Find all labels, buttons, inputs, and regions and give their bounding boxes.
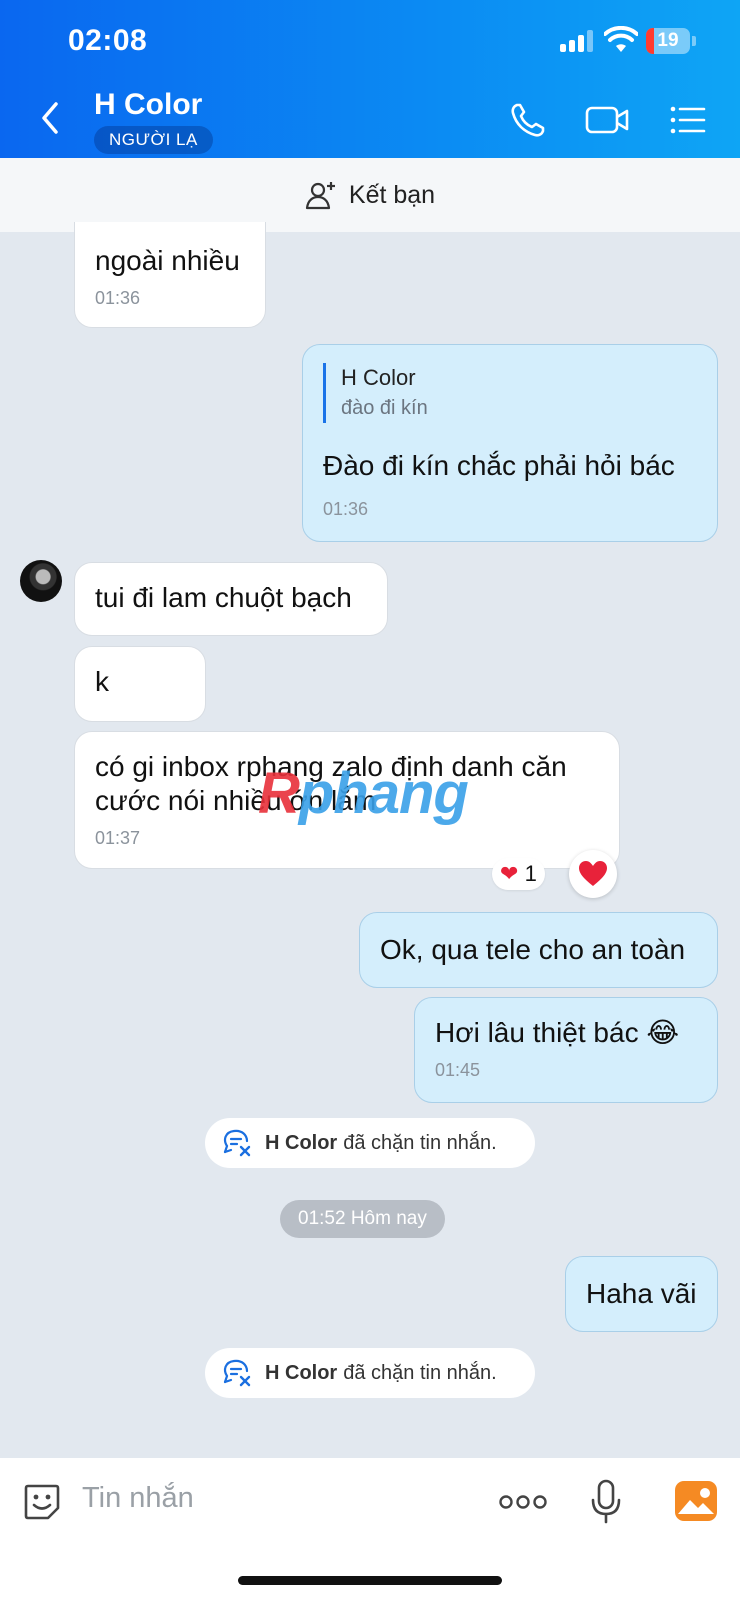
react-button[interactable] bbox=[569, 850, 617, 898]
stranger-badge: NGƯỜI LẠ bbox=[94, 126, 213, 154]
system-notice-blocked: H Color đã chặn tin nhắn. bbox=[205, 1348, 535, 1398]
quoted-text: đào đi kín bbox=[341, 397, 428, 419]
message-outgoing[interactable]: Haha vãi bbox=[565, 1256, 718, 1332]
cellular-signal-icon bbox=[560, 30, 593, 52]
blocked-text: đã chặn tin nhắn. bbox=[343, 1131, 497, 1154]
reaction-summary[interactable]: ❤ 1 bbox=[492, 858, 545, 890]
avatar[interactable] bbox=[20, 560, 62, 602]
add-friend-label: Kết bạn bbox=[348, 180, 436, 209]
chat-title[interactable]: H Color bbox=[94, 88, 202, 122]
message-text: Đào đi kín chắc phải hỏi bác bbox=[323, 450, 675, 481]
reaction-count: 1 bbox=[524, 861, 537, 886]
status-time: 02:08 bbox=[68, 24, 148, 57]
message-outgoing[interactable]: Hơi lâu thiệt bác 😂 01:45 bbox=[414, 997, 718, 1103]
message-incoming[interactable]: k bbox=[74, 646, 206, 722]
battery-indicator: 19 bbox=[646, 28, 690, 54]
add-friend-bar[interactable]: Kết bạn bbox=[0, 158, 740, 232]
message-text: ngoài nhiều bbox=[95, 245, 240, 276]
message-text: k bbox=[95, 666, 109, 697]
message-time: 01:45 bbox=[435, 1060, 481, 1080]
phone-icon[interactable] bbox=[508, 100, 548, 140]
blocked-text: đã chặn tin nhắn. bbox=[343, 1361, 497, 1384]
video-icon[interactable] bbox=[584, 100, 630, 140]
system-notice-blocked: H Color đã chặn tin nhắn. bbox=[205, 1118, 535, 1168]
message-time: 01:37 bbox=[95, 828, 141, 848]
message-text: tui đi lam chuột bạch bbox=[95, 582, 352, 613]
watermark-logo: Rphang bbox=[258, 761, 469, 826]
quoted-sender: H Color bbox=[341, 365, 416, 390]
chat-header: 02:08 19 H Color NGƯỜI LẠ bbox=[0, 0, 740, 158]
blocked-by-name: H Color bbox=[265, 1131, 338, 1154]
message-text: Ok, qua tele cho an toàn bbox=[380, 934, 686, 965]
microphone-icon[interactable] bbox=[588, 1478, 624, 1526]
message-outgoing-reply[interactable]: H Color đào đi kín Đào đi kín chắc phải … bbox=[302, 344, 718, 542]
more-dots-icon[interactable] bbox=[498, 1494, 548, 1510]
wifi-icon bbox=[604, 26, 638, 52]
battery-tip bbox=[692, 36, 696, 46]
quoted-reply[interactable]: H Color đào đi kín bbox=[323, 363, 697, 423]
heart-icon bbox=[579, 861, 607, 886]
sticker-icon[interactable] bbox=[22, 1482, 62, 1522]
image-icon[interactable] bbox=[674, 1480, 718, 1522]
message-outgoing[interactable]: Ok, qua tele cho an toàn bbox=[359, 912, 718, 988]
message-incoming[interactable]: tui đi lam chuột bạch bbox=[74, 562, 388, 636]
message-text: Haha vãi bbox=[586, 1278, 697, 1309]
add-friend-icon bbox=[305, 182, 335, 210]
menu-list-icon[interactable] bbox=[668, 100, 708, 140]
message-text: Hơi lâu thiệt bác 😂 bbox=[435, 1017, 680, 1048]
date-divider: 01:52 Hôm nay bbox=[280, 1200, 445, 1238]
blocked-by-name: H Color bbox=[265, 1361, 338, 1384]
message-input[interactable]: Tin nhắn bbox=[82, 1482, 194, 1515]
blocked-message-icon bbox=[223, 1129, 251, 1157]
blocked-message-icon bbox=[223, 1359, 251, 1387]
back-chevron-icon[interactable] bbox=[36, 100, 66, 136]
message-incoming[interactable]: ngoài nhiều 01:36 bbox=[74, 222, 266, 328]
heart-icon: ❤ bbox=[500, 861, 519, 886]
message-time: 01:36 bbox=[323, 499, 369, 519]
message-time: 01:36 bbox=[95, 288, 141, 308]
home-indicator bbox=[238, 1576, 502, 1585]
